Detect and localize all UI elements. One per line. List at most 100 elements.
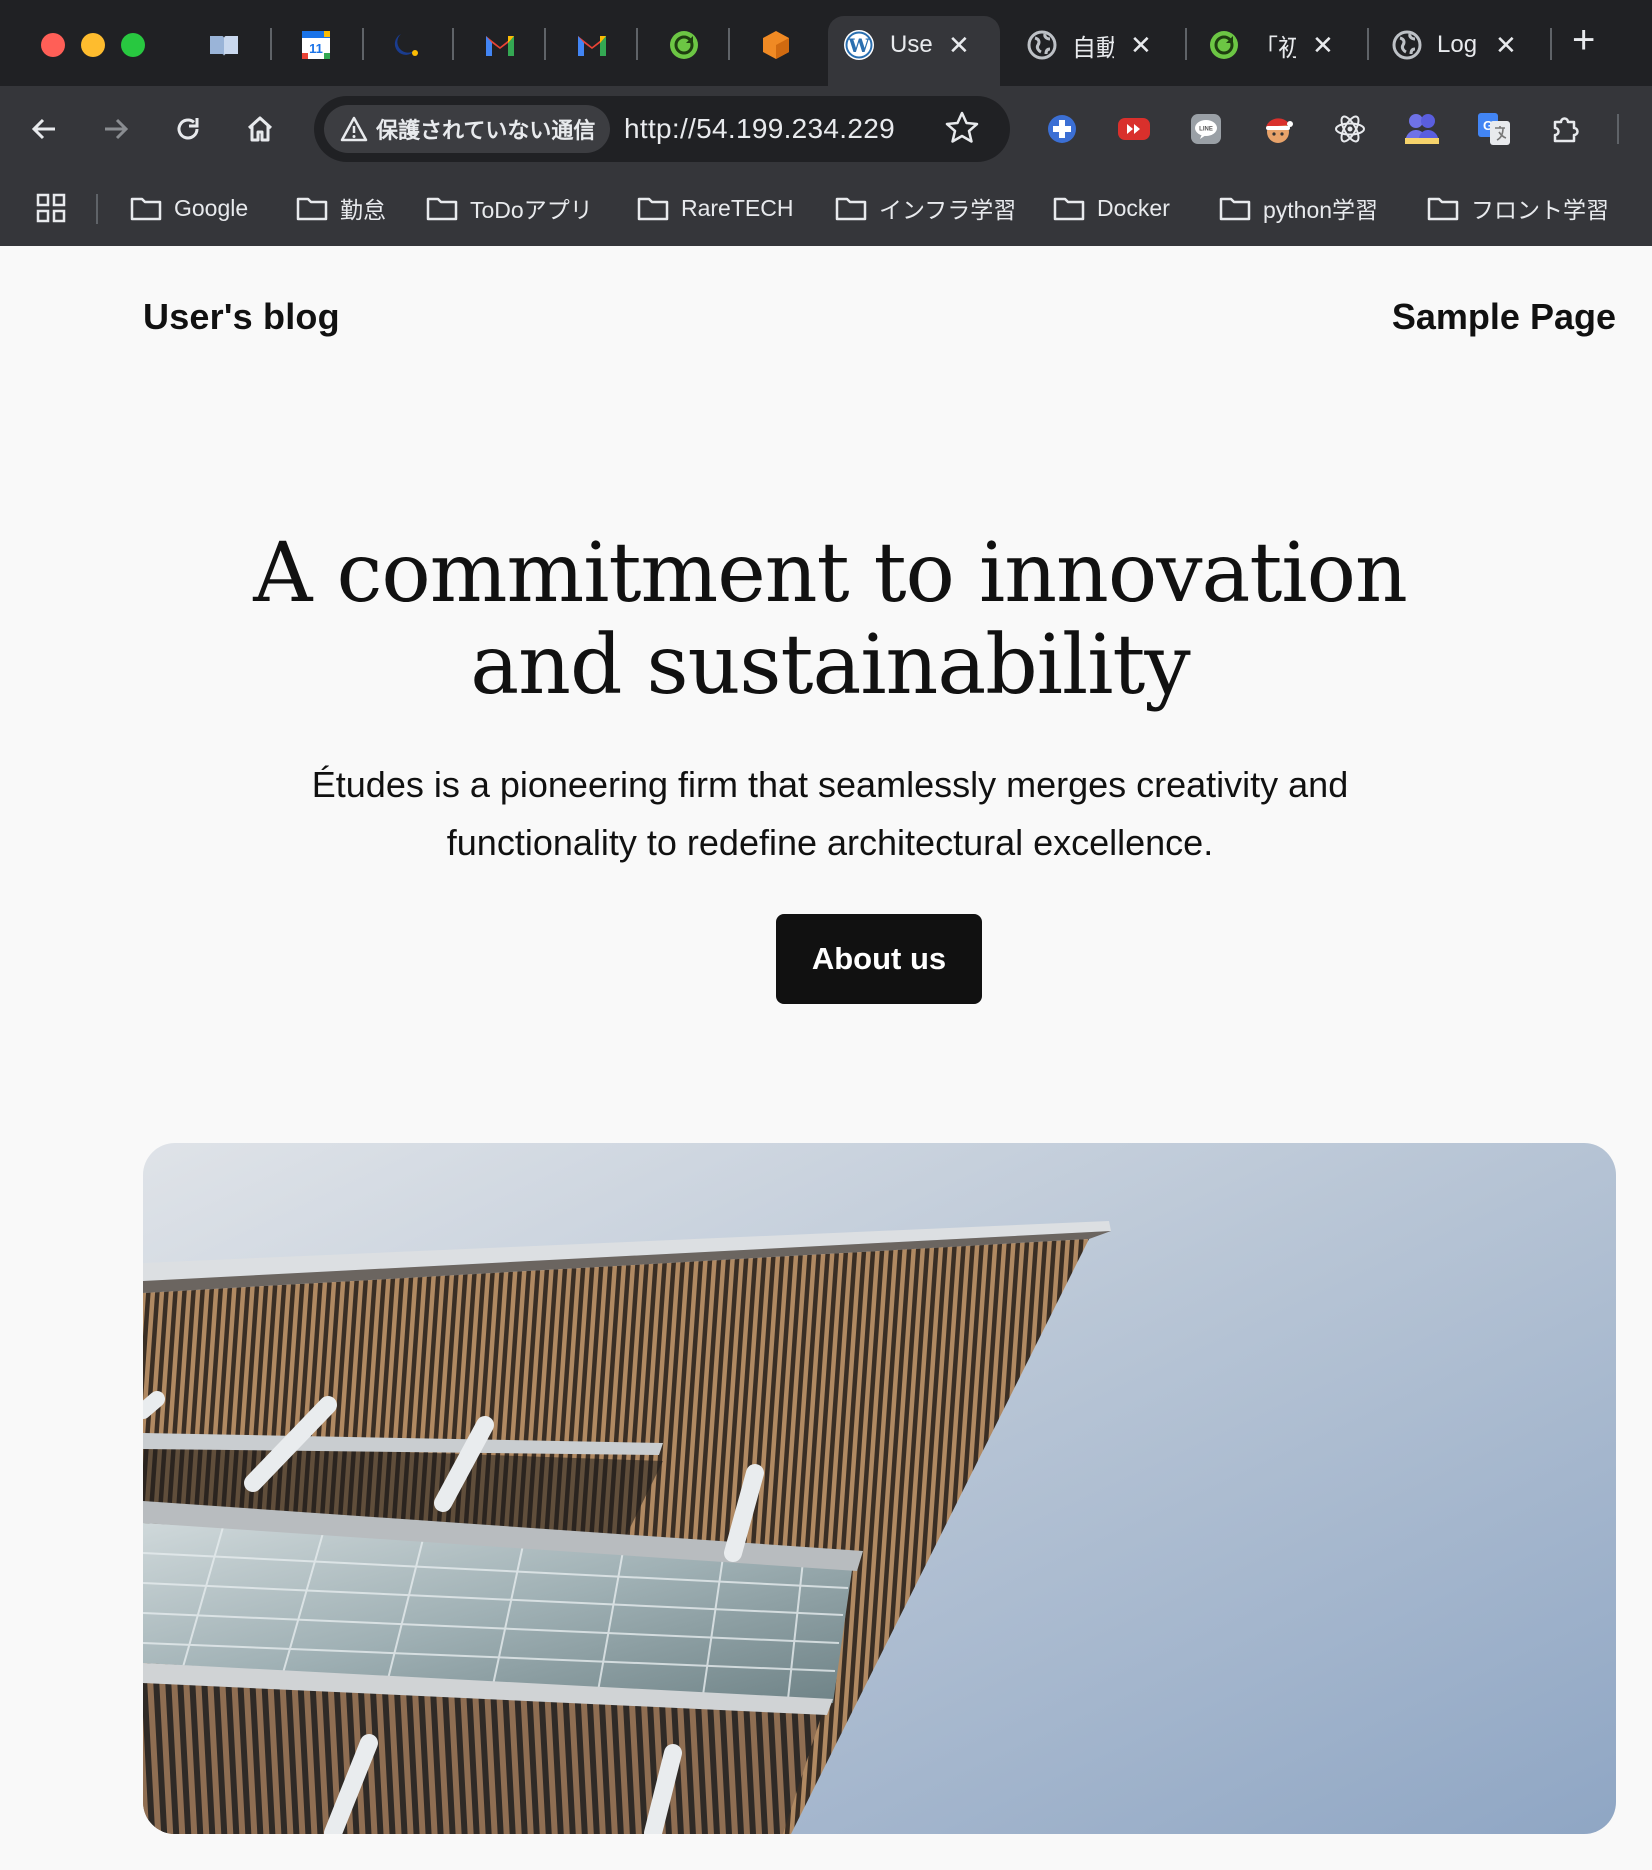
apps-grid-icon <box>36 193 66 223</box>
security-indicator[interactable]: 保護されていない通信 <box>324 105 610 153</box>
minimize-window-button[interactable] <box>81 33 105 57</box>
close-tab-icon[interactable]: ✕ <box>1130 30 1152 61</box>
address-bar[interactable]: 保護されていない通信 http://54.199.234.229 <box>314 96 1010 162</box>
maximize-window-button[interactable] <box>121 33 145 57</box>
bookmark-folder-infra[interactable]: インフラ学習 <box>835 190 1016 226</box>
svg-text:W: W <box>847 35 870 57</box>
globe-icon <box>1027 30 1057 60</box>
bookmark-label: フロント学習 <box>1471 197 1609 223</box>
bookmark-folder-front[interactable]: フロント学習 <box>1427 190 1609 226</box>
bookmark-label: RareTECH <box>681 194 794 221</box>
forward-button[interactable] <box>94 107 138 151</box>
url-text[interactable]: http://54.199.234.229 <box>624 113 895 145</box>
bookmark-folder-todo[interactable]: ToDoアプリ <box>426 190 593 226</box>
tab-title: Log <box>1437 31 1478 58</box>
close-tab-icon[interactable]: ✕ <box>1495 30 1517 61</box>
folder-icon <box>296 197 328 221</box>
bookmarks-divider <box>96 194 98 224</box>
web-page: User's blog Sample Page A commitment to … <box>0 246 1652 1870</box>
folder-icon <box>1219 197 1251 221</box>
svg-text:11: 11 <box>309 41 323 56</box>
nav-link-sample-page[interactable]: Sample Page <box>1392 296 1616 338</box>
bookmark-folder-google[interactable]: Google <box>130 190 248 226</box>
bookmarks-bar: Google 勤怠 ToDoアプリ RareTECH インフラ学習 Docker… <box>0 172 1652 247</box>
tab-title: 自動 <box>1072 34 1114 62</box>
bookmark-label: インフラ学習 <box>879 197 1017 223</box>
about-us-button[interactable]: About us <box>776 914 982 1004</box>
extension-react[interactable] <box>1330 109 1370 149</box>
toolbar-divider <box>1617 114 1619 144</box>
tab-cube-app[interactable] <box>756 25 796 65</box>
tab-gmail-2[interactable] <box>572 25 612 65</box>
tab-green-2[interactable]: 「初 ✕ <box>1208 22 1334 68</box>
wordpress-icon: W <box>844 30 874 60</box>
back-arrow-icon <box>31 118 55 140</box>
santa-character-icon <box>1266 118 1293 143</box>
svg-text:LINE: LINE <box>1199 127 1213 133</box>
extension-character[interactable] <box>1258 109 1298 149</box>
bookmark-label: 勤怠 <box>340 197 386 223</box>
tab-gmail-1[interactable] <box>480 25 520 65</box>
apps-button[interactable] <box>36 190 66 226</box>
home-icon <box>247 116 273 142</box>
users-icon <box>1405 114 1439 144</box>
tab-green-app[interactable] <box>664 25 704 65</box>
site-title-link[interactable]: User's blog <box>143 296 340 338</box>
youtube-play-icon <box>1118 118 1150 140</box>
react-atom-icon <box>1335 115 1365 143</box>
close-window-button[interactable] <box>41 33 65 57</box>
bookmark-folder-python[interactable]: python学習 <box>1219 190 1378 226</box>
folder-icon <box>1053 197 1085 221</box>
forward-arrow-icon <box>105 118 129 140</box>
tab-globe-2[interactable]: Log ✕ <box>1391 22 1517 68</box>
line-chat-icon: LINE <box>1191 114 1221 144</box>
extension-medical[interactable] <box>1042 109 1082 149</box>
bookmark-label: Google <box>174 194 249 221</box>
reload-button[interactable] <box>166 107 210 151</box>
hero-description: Études is a pioneering firm that seamles… <box>311 764 1349 863</box>
folder-icon <box>130 197 162 221</box>
tab-strip: 11 W Use ✕ 自動 ✕ 「初 ✕ Log ✕ + <box>0 0 1652 86</box>
book-icon <box>210 36 238 56</box>
tab-moon-app[interactable] <box>388 25 428 65</box>
extension-users[interactable] <box>1402 109 1442 149</box>
bookmark-folder-docker[interactable]: Docker <box>1053 190 1170 226</box>
new-tab-button[interactable]: + <box>1572 18 1595 63</box>
security-label: 保護されていない通信 <box>376 118 596 143</box>
gmail-icon <box>486 36 514 56</box>
back-button[interactable] <box>22 107 66 151</box>
bookmark-star-icon[interactable] <box>942 108 982 148</box>
bookmark-folder-raretech[interactable]: RareTECH <box>637 190 793 226</box>
tab-wordpress[interactable]: W Use ✕ <box>842 22 970 68</box>
tab-globe-1[interactable]: 自動 ✕ <box>1026 22 1152 68</box>
medical-cross-icon <box>1048 115 1076 143</box>
hero-heading: A commitment to innovation and sustainab… <box>253 526 1408 713</box>
extension-video[interactable] <box>1114 109 1154 149</box>
moon-app-icon <box>394 34 418 56</box>
globe-icon <box>1392 30 1422 60</box>
close-tab-icon[interactable]: ✕ <box>1312 30 1334 61</box>
hero-building-image <box>143 1143 1616 1834</box>
home-button[interactable] <box>238 107 282 151</box>
folder-icon <box>426 197 458 221</box>
folder-icon <box>1427 197 1459 221</box>
bookmark-label: python学習 <box>1263 197 1379 223</box>
extensions-menu-button[interactable] <box>1546 109 1586 149</box>
tab-title: Use <box>890 31 932 58</box>
green-refresh-icon <box>670 31 698 59</box>
gmail-icon <box>578 36 606 56</box>
green-refresh-icon <box>1210 31 1238 59</box>
tab-book[interactable] <box>204 25 244 65</box>
orange-cube-icon <box>763 31 789 59</box>
extension-translate[interactable]: G <box>1474 109 1514 149</box>
close-tab-icon[interactable]: ✕ <box>948 30 970 61</box>
calendar-icon: 11 <box>302 31 330 59</box>
google-translate-icon: G <box>1478 113 1510 145</box>
browser-toolbar: 保護されていない通信 http://54.199.234.229 LINE G <box>0 86 1652 172</box>
bookmark-folder-kintai[interactable]: 勤怠 <box>296 190 386 226</box>
bookmark-label: Docker <box>1097 194 1170 221</box>
warning-icon <box>340 116 368 142</box>
tab-calendar[interactable]: 11 <box>296 25 336 65</box>
extension-line[interactable]: LINE <box>1186 109 1226 149</box>
puzzle-piece-icon <box>1553 117 1579 143</box>
